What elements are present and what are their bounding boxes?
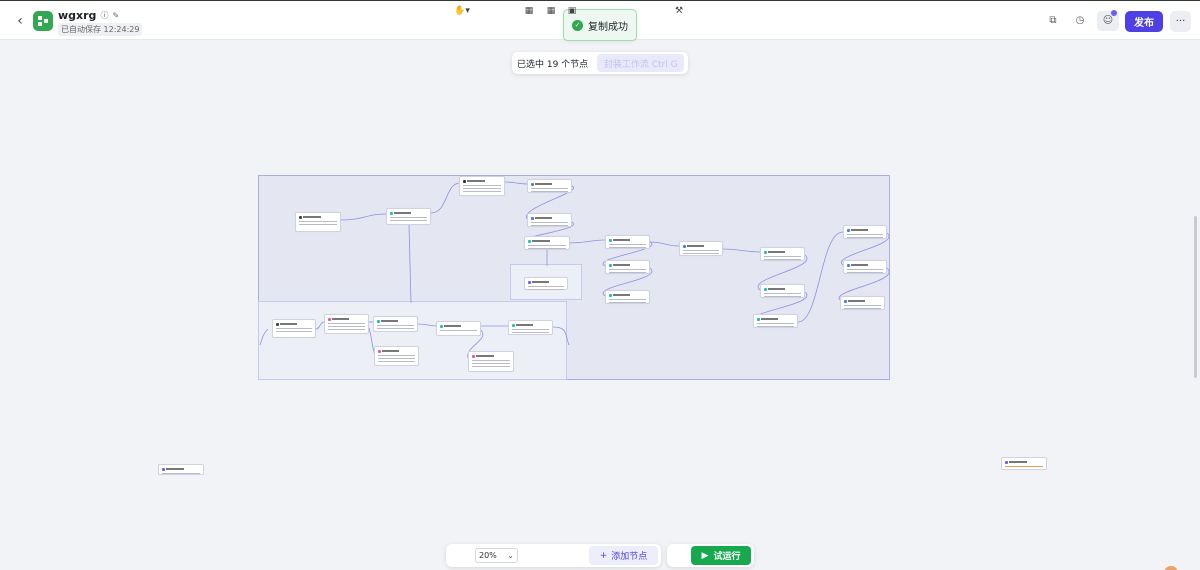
workflow-node[interactable] xyxy=(373,316,418,332)
comment-icon[interactable]: ▦ xyxy=(522,4,536,19)
workflow-node[interactable] xyxy=(605,235,650,249)
add-node-button[interactable]: + 添加节点 xyxy=(589,546,658,565)
workflow-node[interactable] xyxy=(840,296,885,310)
workflow-node[interactable] xyxy=(524,236,570,250)
debug-icon[interactable]: ⚒ xyxy=(672,4,686,19)
workflow-node[interactable] xyxy=(468,351,514,372)
plus-icon: + xyxy=(599,550,608,561)
workflow-node[interactable] xyxy=(679,241,723,256)
zoom-value: 20% xyxy=(479,551,497,560)
workflow-node[interactable] xyxy=(760,284,805,298)
connections-layer xyxy=(259,181,890,359)
workflow-node[interactable] xyxy=(753,314,798,328)
workflow-node[interactable] xyxy=(436,321,481,336)
minimap-icon[interactable]: ▣ xyxy=(565,4,579,19)
vertical-scrollbar[interactable] xyxy=(1194,216,1197,378)
workflow-node[interactable] xyxy=(374,346,419,366)
workflow-node[interactable] xyxy=(272,319,316,338)
workflow-node[interactable] xyxy=(508,320,553,335)
workflow-node[interactable] xyxy=(524,277,568,290)
workflow-node[interactable] xyxy=(1001,457,1047,470)
workflow-node[interactable] xyxy=(605,290,650,304)
workflow-node[interactable] xyxy=(605,260,650,274)
test-run-button[interactable]: ▶ 试运行 xyxy=(691,546,751,565)
workflow-node[interactable] xyxy=(527,213,572,227)
zoom-select[interactable]: 20% ⌄ xyxy=(475,548,518,563)
workflow-node[interactable] xyxy=(459,176,505,196)
workflow-node[interactable] xyxy=(843,260,887,274)
add-node-label: 添加节点 xyxy=(611,552,648,562)
workflow-node[interactable] xyxy=(760,247,805,261)
workflow-node[interactable] xyxy=(324,314,369,334)
workflow-node[interactable] xyxy=(158,464,204,475)
test-run-label: 试运行 xyxy=(713,552,741,562)
pointer-mode-icon[interactable]: ✋▾ xyxy=(452,4,472,19)
workflow-node[interactable] xyxy=(386,208,431,225)
play-icon: ▶ xyxy=(701,550,709,561)
workflow-node[interactable] xyxy=(527,179,572,193)
workflow-node[interactable] xyxy=(295,212,341,232)
workflow-node[interactable] xyxy=(843,225,887,239)
chevron-down-icon: ⌄ xyxy=(507,551,514,560)
layout-icon[interactable]: ▦ xyxy=(544,4,558,19)
